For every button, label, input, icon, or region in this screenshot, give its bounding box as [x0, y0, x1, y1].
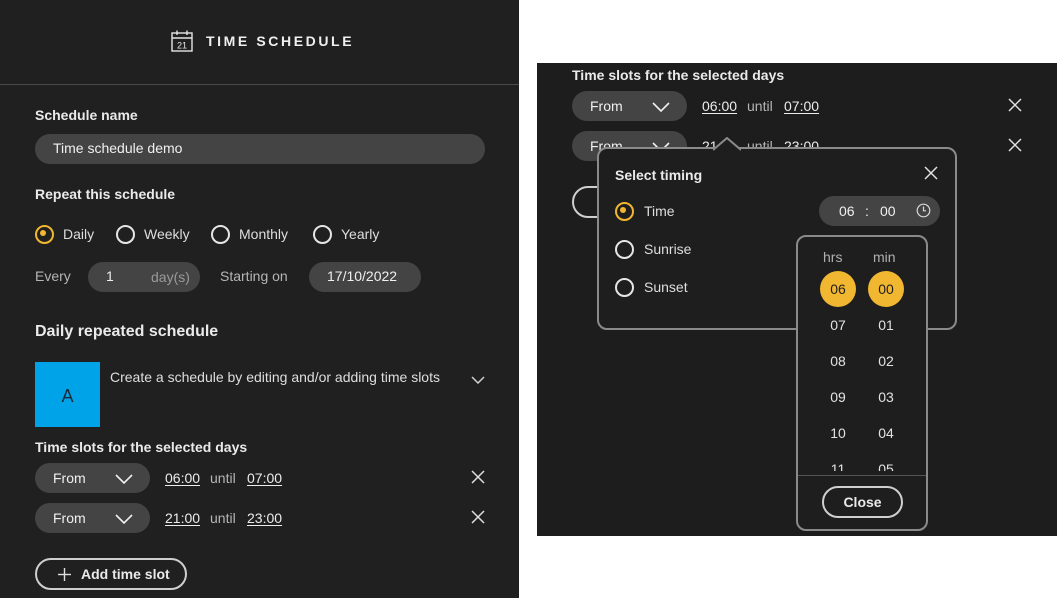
chevron-down-icon: [652, 102, 670, 112]
every-value: 1: [106, 268, 114, 284]
from-label: From: [53, 510, 86, 526]
minute-option[interactable]: 03: [868, 389, 904, 405]
radio-sunset-circle: [615, 278, 634, 297]
add-time-slot-label: Add time slot: [81, 566, 170, 582]
repeat-label: Repeat this schedule: [35, 186, 176, 202]
slot-start-time[interactable]: 06:00: [165, 470, 200, 486]
every-unit: day(s): [151, 269, 190, 285]
slot-start-time[interactable]: 06:00: [702, 98, 737, 114]
close-icon[interactable]: [924, 166, 938, 180]
chevron-down-icon[interactable]: [471, 376, 485, 384]
until-label: until: [210, 510, 236, 526]
page-title: TIME SCHEDULE: [206, 33, 355, 49]
radio-time-label: Time: [644, 203, 675, 219]
radio-monthly-circle: [211, 225, 230, 244]
minute-option[interactable]: 02: [868, 353, 904, 369]
close-icon[interactable]: [1008, 138, 1022, 152]
header-divider: [0, 84, 519, 85]
start-date-value: 17/10/2022: [327, 268, 398, 284]
hour-option[interactable]: 10: [820, 425, 856, 441]
slot-end-time[interactable]: 23:00: [247, 510, 282, 526]
picker-divider: [798, 475, 926, 476]
radio-yearly-label: Yearly: [341, 226, 380, 242]
every-input[interactable]: 1 day(s): [88, 262, 200, 292]
radio-daily-circle: [35, 225, 54, 244]
slot-end-time[interactable]: 07:00: [784, 98, 819, 114]
close-icon[interactable]: [471, 510, 485, 524]
close-icon[interactable]: [1008, 98, 1022, 112]
calendar-icon: 21: [171, 30, 193, 52]
time-schedule-panel: 21 TIME SCHEDULE Schedule name Time sche…: [0, 0, 519, 598]
radio-monthly[interactable]: Monthly: [211, 225, 301, 244]
from-dropdown[interactable]: From: [35, 463, 150, 493]
schedule-name-label: Schedule name: [35, 107, 138, 123]
radio-time[interactable]: Time: [615, 202, 705, 222]
daily-heading: Daily repeated schedule: [35, 323, 219, 340]
hour-option[interactable]: 08: [820, 353, 856, 369]
minutes-label: min: [873, 249, 896, 265]
starting-on-label: Starting on: [220, 268, 288, 284]
radio-yearly-circle: [313, 225, 332, 244]
radio-yearly[interactable]: Yearly: [313, 225, 393, 244]
time-minutes: 00: [880, 203, 896, 219]
schedule-tile-letter: A: [61, 386, 74, 406]
from-label: From: [53, 470, 86, 486]
until-label: until: [747, 98, 773, 114]
radio-daily-label: Daily: [63, 226, 95, 242]
start-date-input[interactable]: 17/10/2022: [309, 262, 421, 292]
slot-start-time[interactable]: 21:00: [165, 510, 200, 526]
radio-sunset-label: Sunset: [644, 279, 688, 295]
until-label: until: [210, 470, 236, 486]
radio-weekly-label: Weekly: [144, 226, 190, 242]
svg-text:21: 21: [177, 41, 187, 51]
close-button[interactable]: Close: [822, 486, 903, 518]
radio-sunrise-circle: [615, 240, 634, 259]
radio-daily[interactable]: Daily: [35, 225, 105, 244]
from-label: From: [590, 98, 623, 114]
schedule-tile[interactable]: A: [35, 362, 100, 427]
daily-description: Create a schedule by editing and/or addi…: [110, 369, 440, 385]
from-dropdown[interactable]: From: [572, 91, 687, 121]
minute-option[interactable]: 01: [868, 317, 904, 333]
close-button-label: Close: [843, 494, 882, 510]
from-dropdown[interactable]: From: [35, 503, 150, 533]
radio-sunset[interactable]: Sunset: [615, 278, 705, 298]
chevron-down-icon: [115, 474, 133, 484]
radio-monthly-label: Monthly: [239, 226, 289, 242]
time-hours: 06: [839, 203, 855, 219]
radio-weekly[interactable]: Weekly: [116, 225, 196, 244]
hours-label: hrs: [823, 249, 843, 265]
minute-option[interactable]: 04: [868, 425, 904, 441]
time-input[interactable]: 06 : 00: [819, 196, 940, 226]
close-icon[interactable]: [471, 470, 485, 484]
time-picker: hrs min 06 07 08 09 10 11 00 01 02 03 04…: [796, 235, 928, 531]
time-slot-editor-panel: Time slots for the selected days From 06…: [537, 63, 1057, 536]
schedule-name-value: Time schedule demo: [53, 140, 183, 156]
radio-sunrise[interactable]: Sunrise: [615, 240, 705, 260]
plus-icon: [58, 568, 71, 581]
schedule-name-input[interactable]: Time schedule demo: [35, 134, 485, 164]
time-scroll-list[interactable]: 06 07 08 09 10 11 00 01 02 03 04 05: [798, 271, 926, 471]
every-label: Every: [35, 268, 71, 284]
slots-heading: Time slots for the selected days: [35, 439, 248, 455]
popup-caret: [713, 137, 741, 151]
radio-time-circle: [615, 202, 634, 221]
slot-end-time[interactable]: 07:00: [247, 470, 282, 486]
minute-option[interactable]: 05: [868, 461, 904, 471]
radio-weekly-circle: [116, 225, 135, 244]
chevron-down-icon: [115, 514, 133, 524]
time-separator: :: [865, 203, 869, 219]
hour-option[interactable]: 07: [820, 317, 856, 333]
add-time-slot-button[interactable]: Add time slot: [35, 558, 187, 590]
radio-sunrise-label: Sunrise: [644, 241, 692, 257]
slots-heading: Time slots for the selected days: [572, 67, 785, 83]
hour-option[interactable]: 09: [820, 389, 856, 405]
minute-option[interactable]: 00: [868, 271, 904, 307]
clock-icon[interactable]: [916, 203, 931, 218]
hour-option[interactable]: 06: [820, 271, 856, 307]
select-timing-title: Select timing: [615, 167, 703, 183]
hour-option[interactable]: 11: [820, 461, 856, 471]
